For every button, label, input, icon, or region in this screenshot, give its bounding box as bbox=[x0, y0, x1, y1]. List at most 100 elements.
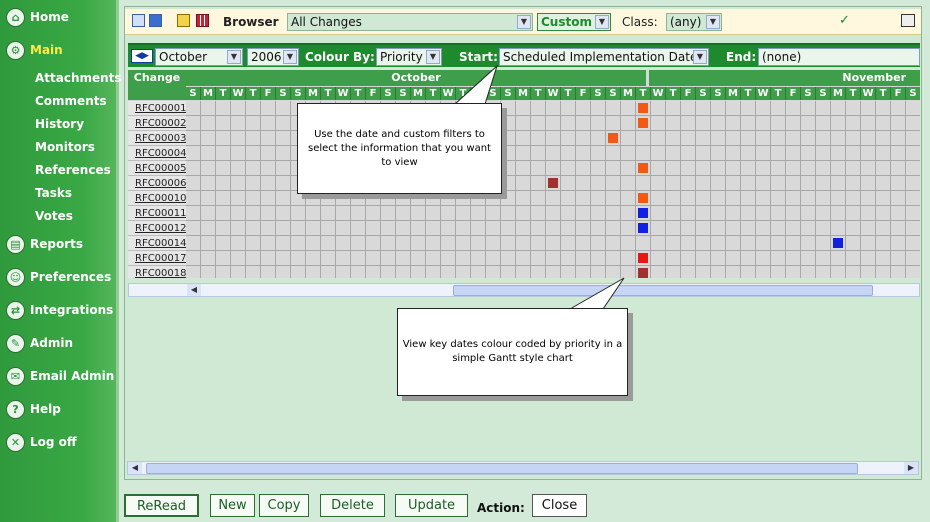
change-column-header[interactable]: Change bbox=[128, 70, 186, 100]
detail-view-icon[interactable] bbox=[149, 14, 162, 27]
change-row-link[interactable]: RFC00006 bbox=[128, 176, 187, 191]
gantt-date-marker[interactable] bbox=[608, 133, 618, 143]
gantt-date-marker[interactable] bbox=[638, 118, 648, 128]
gantt-icon[interactable] bbox=[196, 14, 209, 27]
gantt-cell bbox=[501, 116, 516, 131]
change-row-link[interactable]: RFC00018 bbox=[128, 266, 187, 278]
gantt-cell bbox=[711, 176, 726, 191]
month-select[interactable]: October ▼ bbox=[155, 48, 243, 66]
view-select[interactable]: All Changes ▼ bbox=[287, 13, 533, 31]
panel-scroll-thumb[interactable] bbox=[146, 463, 858, 474]
sidebar-subitem-references[interactable]: References bbox=[35, 163, 111, 179]
gantt-cell bbox=[351, 236, 366, 251]
sidebar-item-reports[interactable]: ▤ Reports bbox=[6, 233, 83, 255]
gantt-cell bbox=[516, 116, 531, 131]
change-row-link[interactable]: RFC00014 bbox=[128, 236, 187, 251]
change-row-link[interactable]: RFC00004 bbox=[128, 146, 187, 161]
gantt-cell bbox=[741, 101, 756, 116]
sidebar-item-admin[interactable]: ✎ Admin bbox=[6, 332, 73, 354]
change-row-link[interactable]: RFC00002 bbox=[128, 116, 187, 131]
gantt-cell bbox=[606, 191, 621, 206]
sidebar-item-preferences[interactable]: ☺ Preferences bbox=[6, 266, 111, 288]
sidebar-subitem-attachments[interactable]: Attachments bbox=[35, 71, 122, 87]
change-row-link[interactable]: RFC00003 bbox=[128, 131, 187, 146]
gantt-date-marker[interactable] bbox=[638, 268, 648, 278]
gantt-cell bbox=[891, 236, 906, 251]
gantt-cell bbox=[186, 146, 201, 161]
gantt-cell bbox=[231, 131, 246, 146]
start-select[interactable]: Scheduled Implementation Date ▼ bbox=[499, 48, 709, 66]
gantt-date-marker[interactable] bbox=[638, 208, 648, 218]
copy-button[interactable]: Copy bbox=[259, 494, 309, 517]
prev-next-arrows-icon[interactable]: ◀▶ bbox=[131, 49, 153, 63]
gantt-cell bbox=[441, 236, 456, 251]
print-icon[interactable] bbox=[901, 14, 915, 27]
update-button[interactable]: Update bbox=[395, 494, 468, 517]
day-header: W bbox=[756, 87, 771, 100]
gantt-cell bbox=[891, 266, 906, 278]
sidebar-item-help[interactable]: ? Help bbox=[6, 398, 61, 420]
colour-by-select[interactable]: Priority ▼ bbox=[376, 48, 442, 66]
change-row-link[interactable]: RFC00005 bbox=[128, 161, 187, 176]
change-row-link[interactable]: RFC00012 bbox=[128, 221, 187, 236]
gantt-date-marker[interactable] bbox=[638, 223, 648, 233]
class-select[interactable]: (any) ▼ bbox=[666, 13, 722, 31]
gantt-date-marker[interactable] bbox=[638, 193, 648, 203]
custom-select[interactable]: Custom ▼ bbox=[537, 13, 611, 31]
gantt-cell bbox=[591, 266, 606, 278]
gantt-cell bbox=[486, 266, 501, 278]
list-view-icon[interactable] bbox=[132, 14, 145, 27]
grid-scroll-thumb[interactable] bbox=[453, 285, 873, 296]
change-row-link[interactable]: RFC00011 bbox=[128, 206, 187, 221]
gantt-date-marker[interactable] bbox=[833, 238, 843, 248]
scroll-left-icon[interactable]: ◀ bbox=[128, 462, 142, 474]
delete-button[interactable]: Delete bbox=[320, 494, 385, 517]
reread-button[interactable]: ReRead bbox=[124, 494, 199, 517]
gantt-cell bbox=[441, 206, 456, 221]
sidebar-item-logoff[interactable]: ✕ Log off bbox=[6, 431, 77, 453]
panel-horizontal-scrollbar[interactable]: ◀ ▶ bbox=[127, 461, 919, 475]
gantt-cell bbox=[741, 236, 756, 251]
close-button[interactable]: Close bbox=[532, 494, 587, 517]
gantt-cell bbox=[771, 191, 786, 206]
grid-horizontal-scrollbar[interactable]: ◀ bbox=[128, 283, 920, 297]
gantt-cell bbox=[666, 221, 681, 236]
day-header: W bbox=[336, 87, 351, 100]
gantt-cell bbox=[576, 116, 591, 131]
sidebar-subitem-comments[interactable]: Comments bbox=[35, 94, 107, 110]
gantt-date-marker[interactable] bbox=[638, 253, 648, 263]
gantt-cell bbox=[531, 146, 546, 161]
gantt-cell bbox=[201, 116, 216, 131]
sidebar-subitem-votes[interactable]: Votes bbox=[35, 209, 73, 225]
report-icon[interactable] bbox=[177, 14, 190, 27]
end-select[interactable]: (none) bbox=[758, 48, 920, 66]
sidebar-item-email[interactable]: ✉ Email Admin bbox=[6, 365, 114, 387]
gantt-cell bbox=[261, 221, 276, 236]
scroll-right-icon[interactable]: ▶ bbox=[904, 462, 918, 474]
gantt-cell bbox=[276, 221, 291, 236]
new-button[interactable]: New bbox=[210, 494, 255, 517]
gantt-date-marker[interactable] bbox=[638, 163, 648, 173]
gantt-cell bbox=[291, 251, 306, 266]
gantt-cell bbox=[756, 206, 771, 221]
sidebar-subitem-tasks[interactable]: Tasks bbox=[35, 186, 72, 202]
gantt-cell bbox=[516, 266, 531, 278]
change-row-link[interactable]: RFC00010 bbox=[128, 191, 187, 206]
gantt-cell bbox=[561, 251, 576, 266]
gantt-cell bbox=[396, 206, 411, 221]
year-select[interactable]: 2006 ▼ bbox=[247, 48, 299, 66]
sidebar-subitem-monitors[interactable]: Monitors bbox=[35, 140, 95, 156]
gantt-cell bbox=[696, 236, 711, 251]
gantt-cell bbox=[546, 131, 561, 146]
change-row-link[interactable]: RFC00001 bbox=[128, 101, 187, 116]
sidebar-subitem-history[interactable]: History bbox=[35, 117, 84, 133]
change-row-link[interactable]: RFC00017 bbox=[128, 251, 187, 266]
scroll-left-icon[interactable]: ◀ bbox=[187, 284, 201, 296]
sidebar-item-integrations[interactable]: ⇄ Integrations bbox=[6, 299, 113, 321]
gantt-cell bbox=[831, 251, 846, 266]
gantt-date-marker[interactable] bbox=[638, 103, 648, 113]
sidebar-item-main[interactable]: ⚙ Main bbox=[6, 39, 63, 61]
sidebar-item-home[interactable]: ⌂ Home bbox=[6, 6, 69, 28]
checklist-icon[interactable]: ✓ bbox=[839, 13, 855, 28]
gantt-date-marker[interactable] bbox=[548, 178, 558, 188]
